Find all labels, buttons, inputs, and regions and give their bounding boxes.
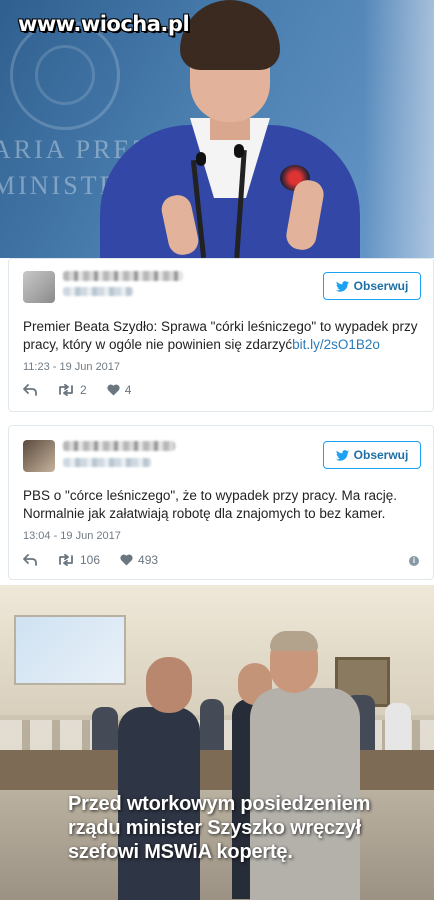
follow-button[interactable]: Obserwuj bbox=[323, 272, 421, 300]
reply-icon bbox=[23, 384, 37, 396]
hair bbox=[270, 631, 318, 651]
retweet-icon bbox=[59, 384, 73, 396]
follow-label: Obserwuj bbox=[353, 279, 409, 293]
avatar[interactable] bbox=[23, 440, 55, 472]
emblem-ornament-inner bbox=[35, 45, 95, 105]
wall-screen bbox=[14, 615, 126, 685]
speaker-figure bbox=[90, 0, 370, 258]
tweet-text: Premier Beata Szydło: Sprawa "córki leśn… bbox=[23, 318, 423, 354]
reply-button[interactable] bbox=[23, 554, 37, 566]
microphone-head-left bbox=[196, 152, 206, 166]
like-button[interactable]: 4 bbox=[107, 383, 132, 397]
tweet-actions: 106 493 bbox=[23, 553, 178, 567]
video-caption: Przed wtorkowym posiedzeniem rządu minis… bbox=[68, 792, 428, 864]
reply-icon bbox=[23, 554, 37, 566]
retweet-count: 106 bbox=[80, 553, 101, 567]
tweet-card: Obserwuj PBS o "córce leśniczego", że to… bbox=[8, 425, 434, 580]
like-button[interactable]: 493 bbox=[120, 553, 158, 567]
tweet-actions: 2 4 bbox=[23, 383, 151, 397]
blurred-handle bbox=[63, 458, 151, 467]
microphone-head-right bbox=[234, 144, 244, 158]
retweet-button[interactable]: 106 bbox=[57, 553, 100, 567]
retweet-icon bbox=[59, 554, 73, 566]
twitter-bird-icon bbox=[335, 280, 349, 292]
caption-line: szefowi MSWiA kopertę. bbox=[68, 841, 293, 863]
photo-press-conference: ARIA PREZES MINISTRÓW www.wiocha.pl bbox=[0, 0, 434, 258]
tweet-text: PBS o "córce leśniczego", że to wypadek … bbox=[23, 487, 423, 523]
tweet-body: PBS o "córce leśniczego", że to wypadek … bbox=[23, 488, 397, 521]
reply-button[interactable] bbox=[23, 384, 37, 396]
caption-line: Przed wtorkowym posiedzeniem bbox=[68, 793, 371, 815]
twitter-bird-icon bbox=[335, 449, 349, 461]
site-watermark: www.wiocha.pl bbox=[18, 12, 190, 36]
info-icon[interactable]: i bbox=[409, 556, 419, 566]
tweet-card: Obserwuj Premier Beata Szydło: Sprawa "c… bbox=[8, 258, 434, 412]
retweet-button[interactable]: 2 bbox=[57, 383, 87, 397]
tweet-timestamp[interactable]: 13:04 - 19 Jun 2017 bbox=[23, 530, 121, 542]
retweet-count: 2 bbox=[80, 383, 87, 397]
blurred-display-name bbox=[63, 271, 183, 281]
follow-button[interactable]: Obserwuj bbox=[323, 441, 421, 469]
caption-line: rządu minister Szyszko wręczył bbox=[68, 817, 362, 839]
tweet-timestamp[interactable]: 11:23 - 19 Jun 2017 bbox=[23, 361, 120, 373]
heart-icon bbox=[107, 384, 120, 396]
tweet-link[interactable]: bit.ly/2sO1B2o bbox=[292, 337, 380, 352]
flag-fabric bbox=[364, 0, 434, 258]
avatar[interactable] bbox=[23, 271, 55, 303]
conference-table bbox=[0, 750, 434, 790]
heart-icon bbox=[120, 554, 133, 566]
like-count: 4 bbox=[124, 383, 132, 397]
blurred-handle bbox=[63, 287, 133, 296]
photo-cabinet-meeting: Przed wtorkowym posiedzeniem rządu minis… bbox=[0, 585, 434, 900]
head bbox=[146, 657, 192, 713]
follow-label: Obserwuj bbox=[353, 448, 409, 462]
blurred-display-name bbox=[63, 441, 175, 451]
like-count: 493 bbox=[138, 553, 159, 567]
hair bbox=[180, 0, 280, 70]
